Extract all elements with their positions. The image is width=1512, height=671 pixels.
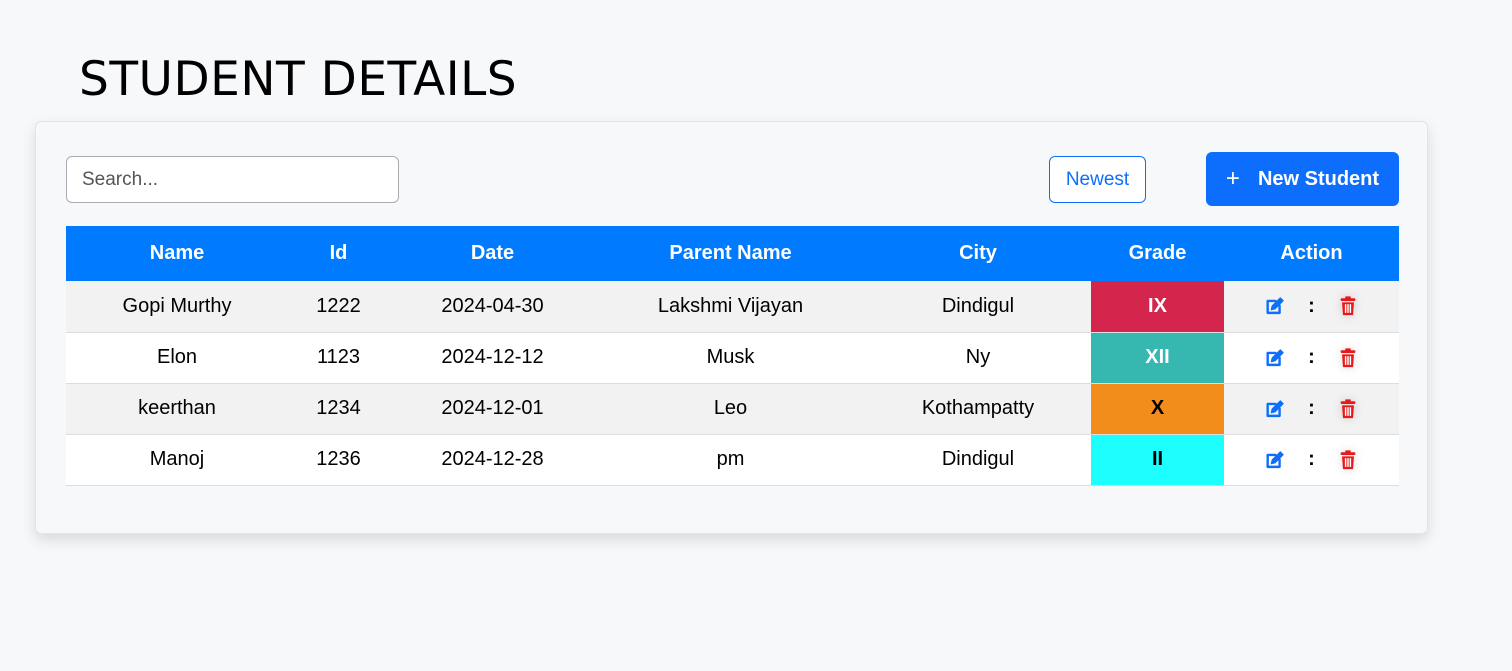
cell-id: 1123 bbox=[316, 346, 360, 368]
cell-action: : bbox=[1224, 383, 1399, 434]
trash-icon[interactable] bbox=[1337, 398, 1359, 420]
cell-action: : bbox=[1224, 332, 1399, 383]
column-header-date[interactable]: Date bbox=[389, 226, 596, 281]
cell-city: Dindigul bbox=[941, 448, 1015, 470]
cell-city: Dindigul bbox=[941, 294, 1015, 317]
page-title: STUDENT DETAILS bbox=[79, 52, 518, 107]
cell-parent-name: Lakshmi Vijayan bbox=[657, 294, 804, 317]
new-student-button[interactable]: + New Student bbox=[1206, 152, 1399, 206]
sort-newest-button[interactable]: Newest bbox=[1049, 156, 1146, 203]
column-header-parent-name[interactable]: Parent Name bbox=[596, 226, 865, 281]
trash-icon[interactable] bbox=[1337, 295, 1359, 317]
cell-grade: II bbox=[1091, 434, 1224, 485]
cell-id: 1236 bbox=[316, 448, 361, 470]
cell-date: 2024-12-12 bbox=[441, 346, 544, 368]
edit-icon[interactable] bbox=[1264, 295, 1286, 317]
cell-name: Elon bbox=[156, 346, 198, 368]
cell-grade: XII bbox=[1091, 332, 1224, 383]
cell-parent-name: Musk bbox=[706, 346, 755, 368]
edit-icon[interactable] bbox=[1264, 449, 1286, 471]
column-header-name[interactable]: Name bbox=[66, 226, 288, 281]
student-table: Name Id Date Parent Name City Grade Acti… bbox=[66, 226, 1399, 486]
cell-action: : bbox=[1224, 434, 1399, 485]
cell-grade: IX bbox=[1091, 281, 1224, 332]
student-card: Newest + New Student Name Id Date Parent… bbox=[35, 121, 1428, 534]
cell-name: Manoj bbox=[149, 448, 205, 470]
column-header-city[interactable]: City bbox=[865, 226, 1091, 281]
cell-parent-name: pm bbox=[716, 448, 745, 470]
action-separator: : bbox=[1308, 346, 1315, 368]
cell-name: keerthan bbox=[138, 397, 216, 419]
cell-action: : bbox=[1224, 281, 1399, 332]
action-separator: : bbox=[1308, 448, 1315, 470]
cell-id: 1222 bbox=[316, 294, 361, 317]
cell-parent-name: Leo bbox=[713, 397, 748, 419]
trash-icon[interactable] bbox=[1337, 347, 1359, 369]
cell-name: Gopi Murthy bbox=[122, 294, 232, 317]
edit-icon[interactable] bbox=[1264, 398, 1286, 420]
action-separator: : bbox=[1308, 294, 1315, 317]
new-student-label: New Student bbox=[1257, 167, 1380, 190]
cell-grade: X bbox=[1091, 383, 1224, 434]
table-row[interactable]: Gopi Murthy 1222 2024-04-30 Lakshmi Vija… bbox=[66, 281, 1399, 332]
cell-city: Kothampatty bbox=[921, 397, 1035, 419]
trash-icon[interactable] bbox=[1337, 449, 1359, 471]
column-header-grade[interactable]: Grade bbox=[1091, 226, 1224, 281]
action-separator: : bbox=[1308, 397, 1315, 419]
table-row[interactable]: Elon 1123 2024-12-12 Musk Ny XII : bbox=[66, 332, 1399, 383]
edit-icon[interactable] bbox=[1264, 347, 1286, 369]
table-header-row: Name Id Date Parent Name City Grade Acti… bbox=[66, 226, 1399, 281]
column-header-id[interactable]: Id bbox=[288, 226, 389, 281]
table-row[interactable]: keerthan 1234 2024-12-01 Leo Kothampatty… bbox=[66, 383, 1399, 434]
cell-date: 2024-04-30 bbox=[441, 294, 544, 317]
cell-city: Ny bbox=[965, 346, 991, 368]
table-row[interactable]: Manoj 1236 2024-12-28 pm Dindigul II : bbox=[66, 434, 1399, 485]
cell-date: 2024-12-28 bbox=[441, 448, 544, 470]
cell-id: 1234 bbox=[316, 397, 361, 419]
plus-icon: + bbox=[1225, 165, 1240, 192]
search-input[interactable] bbox=[66, 156, 399, 203]
column-header-action: Action bbox=[1280, 242, 1343, 264]
cell-date: 2024-12-01 bbox=[441, 397, 544, 419]
